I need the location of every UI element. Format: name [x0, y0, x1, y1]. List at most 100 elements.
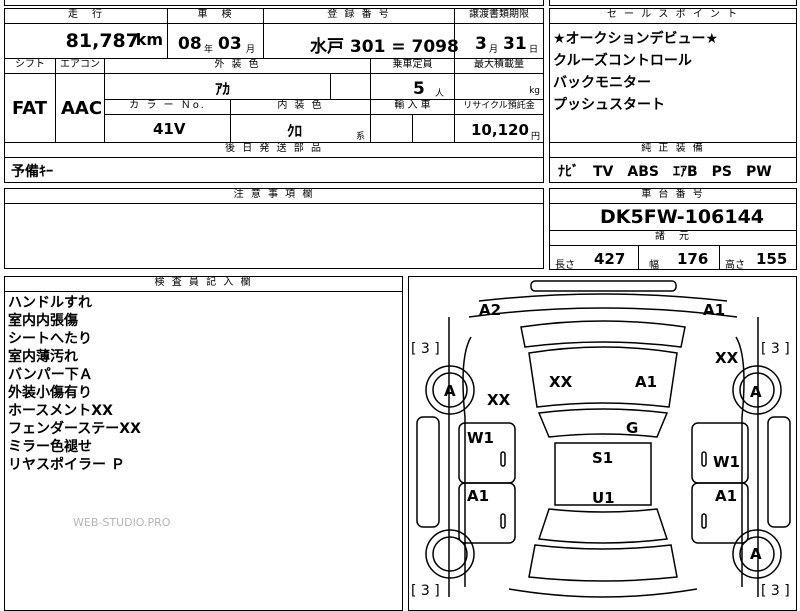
exterior-color-cell: ｱｶ [104, 73, 331, 100]
top-strip-right [549, 0, 797, 6]
max-load-cell: kg [454, 73, 544, 100]
inspector-item: リヤスポイラー Ｐ [8, 457, 125, 473]
mileage-value: 81,787 [65, 30, 139, 52]
tire-label: [ 3 ] [761, 583, 790, 599]
registration-cell: 水戸 301 = 7098 [263, 23, 459, 59]
inspector-label: 検 査 員 記 入 欄 [4, 276, 403, 292]
exterior-color-value: ｱｶ [215, 80, 231, 98]
dims-width-cell: 幅 176 [638, 245, 720, 271]
shift-label: シフト [4, 58, 56, 74]
exterior-color-extra [330, 73, 371, 100]
capacity-value: 5 [413, 79, 425, 99]
equipment-label: 純 正 装 備 [549, 142, 797, 158]
damage-mark: XX [715, 349, 739, 367]
inspector-item: 室内内張傷 [8, 313, 78, 329]
shift-value: FAT [12, 98, 48, 119]
damage-mark: A [444, 382, 456, 400]
mileage-cell: 81,787 km [4, 23, 168, 59]
max-load-label: 最大積載量 [454, 58, 544, 74]
damage-mark: A1 [635, 373, 658, 391]
inspection-month-unit: 月 [246, 45, 256, 55]
recycle-value: 10,120 [471, 121, 529, 139]
recycle-label: リサイクル預託金 [454, 99, 544, 115]
dims-height-cell: 高さ 155 [719, 245, 797, 271]
damage-mark: A1 [715, 487, 738, 505]
recycle-unit: 円 [531, 132, 541, 142]
inspector-item: 外装小傷有り [8, 385, 92, 401]
transfer-label: 譲渡書類期限 [454, 8, 544, 24]
top-strip [4, 0, 544, 6]
sales-point-item: バックモニター [553, 75, 651, 91]
damage-mark: XX [549, 373, 573, 391]
aircon-label: エアコン [55, 58, 105, 74]
transfer-month: 3 [475, 34, 487, 54]
inspector-item: ハンドルすれ [8, 295, 92, 311]
chassis-value: DK5FW-106144 [600, 206, 765, 228]
damage-mark: W1 [713, 453, 740, 471]
inspection-year-unit: 年 [204, 45, 214, 55]
interior-value: ｸﾛ [287, 122, 303, 140]
inspector-box: ハンドルすれ 室内内張傷 シートへたり 室内薄汚れ バンパー下Ａ 外装小傷有り … [4, 291, 403, 611]
width-value: 176 [677, 250, 709, 268]
length-label: 長さ [555, 260, 575, 271]
chassis-cell: DK5FW-106144 [549, 203, 797, 231]
notes-label: 注 意 事 項 欄 [4, 188, 544, 204]
sales-point-item: ★オークションデビュー★ [553, 31, 719, 47]
damage-mark: A2 [479, 301, 502, 319]
inspector-item: ホースメントXX [8, 403, 113, 419]
aircon-value: AAC [61, 98, 103, 119]
later-parts-cell: 予備ｷｰ [4, 157, 544, 183]
exterior-color-label: 外 装 色 [104, 58, 371, 74]
damage-mark: A1 [703, 301, 726, 319]
sales-point-item: プッシュスタート [553, 97, 665, 113]
sales-points-label: セ ー ル ス ポ イ ン ト [549, 8, 797, 24]
height-label: 高さ [725, 260, 745, 271]
max-load-unit: kg [529, 86, 540, 96]
inspector-item: シートへたり [8, 331, 92, 347]
transfer-cell: 3 月 31 日 [454, 23, 544, 59]
watermark: WEB-STUDIO.PRO [73, 516, 171, 529]
car-diagram: A2 A1 XX XX A1 XX G W1 S1 W1 A1 U1 A1 A … [408, 276, 797, 611]
inspection-month: 03 [218, 34, 242, 54]
tire-label: [ 3 ] [411, 341, 440, 357]
capacity-cell: 5 人 [370, 73, 455, 100]
height-value: 155 [756, 250, 788, 268]
transfer-day-unit: 日 [529, 45, 539, 55]
damage-mark: W1 [467, 429, 494, 447]
damage-mark: U1 [592, 489, 615, 507]
import-cell-b [412, 114, 455, 143]
equipment-cell: ﾅﾋﾞ TV ABS ｴｱB PS PW [549, 157, 797, 183]
inspection-year: 08 [178, 34, 202, 54]
dims-length-cell: 長さ 427 [549, 245, 639, 271]
damage-mark: A1 [467, 487, 490, 505]
later-parts-value: 予備ｷｰ [11, 164, 53, 180]
length-value: 427 [594, 250, 626, 268]
damage-mark: G [626, 419, 639, 437]
tire-label: [ 3 ] [761, 341, 790, 357]
capacity-unit: 人 [435, 89, 445, 99]
inspector-item: 室内薄汚れ [8, 349, 78, 365]
color-no-label: カ ラ ー Ｎo. [104, 99, 231, 115]
inspector-item: バンパー下Ａ [8, 367, 93, 383]
interior-unit: 系 [356, 132, 366, 142]
interior-label: 内 装 色 [230, 99, 371, 115]
capacity-label: 乗車定員 [370, 58, 455, 74]
sales-points-box: ★オークションデビュー★ クルーズコントロール バックモニター プッシュスタート [549, 23, 797, 143]
inspector-item: ミラー色褪せ [8, 439, 92, 455]
import-label: 輸 入 車 [370, 99, 455, 115]
damage-mark: XX [487, 391, 511, 409]
transfer-month-unit: 月 [489, 45, 499, 55]
color-no-value: 41V [153, 120, 186, 138]
tire-label: [ 3 ] [411, 583, 440, 599]
equipment-value: ﾅﾋﾞ TV ABS ｴｱB PS PW [558, 164, 772, 180]
damage-mark: A [750, 383, 762, 401]
registration-value: 水戸 301 = 7098 [310, 37, 459, 57]
shift-cell: FAT [4, 73, 56, 143]
color-no-cell: 41V [104, 114, 231, 143]
later-parts-label: 後 日 発 送 部 品 [4, 142, 544, 158]
aircon-cell: AAC [55, 73, 105, 143]
inspection-label: 車 検 [167, 8, 264, 24]
mileage-label: 走 行 [4, 8, 168, 24]
notes-area [4, 203, 544, 269]
inspection-cell: 08 年 03 月 [167, 23, 264, 59]
